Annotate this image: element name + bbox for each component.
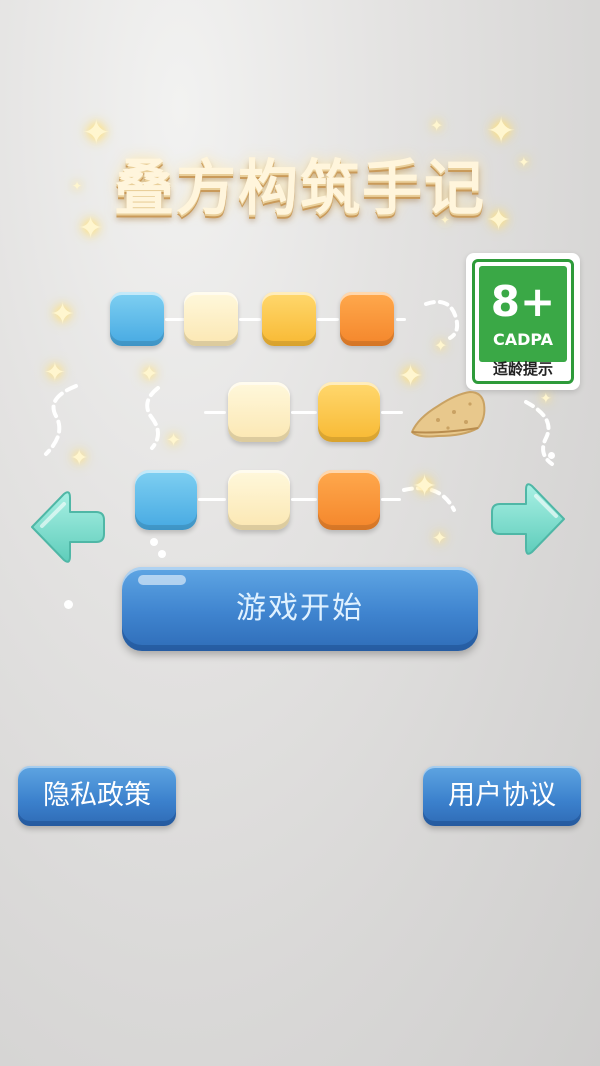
sparkle-icon: ✦ <box>540 391 552 407</box>
sparkle-icon: ✦ <box>44 358 66 388</box>
arrow-left-icon[interactable] <box>26 486 108 568</box>
tile-yellow <box>318 382 380 442</box>
sparkle-icon: ✦ <box>50 297 76 332</box>
user-agreement-button[interactable]: 用户协议 <box>423 766 581 826</box>
dot <box>64 600 73 609</box>
sparkle-icon: ✦ <box>434 336 448 355</box>
tile-connector <box>204 411 226 414</box>
button-shine <box>138 575 186 585</box>
arrow-right-icon[interactable] <box>488 478 570 560</box>
tile-blue <box>135 470 197 530</box>
privacy-policy-button[interactable]: 隐私政策 <box>18 766 176 826</box>
dot <box>150 538 158 546</box>
dotted-trail <box>524 400 554 466</box>
tile-connector <box>317 318 339 321</box>
start-game-button[interactable]: 游戏开始 <box>122 567 478 651</box>
sparkle-icon: ✦ <box>398 359 424 394</box>
sparkle-icon: ✦ <box>166 430 182 451</box>
tile-orange <box>340 292 394 346</box>
tile-cream <box>184 292 238 346</box>
dot <box>158 550 166 558</box>
tile-connector <box>198 498 226 501</box>
tile-connector <box>239 318 261 321</box>
user-agreement-label: 用户协议 <box>448 780 556 811</box>
sparkle-icon: ✦ <box>70 446 89 471</box>
tile-connector <box>396 318 406 321</box>
privacy-policy-label: 隐私政策 <box>43 780 151 811</box>
tile-connector <box>381 498 401 501</box>
sparkle-icon: ✦ <box>432 528 448 549</box>
game-title: 叠方构筑手记 <box>114 154 486 224</box>
tile-cream <box>228 382 290 442</box>
tile-orange <box>318 470 380 530</box>
start-game-label: 游戏开始 <box>236 591 364 626</box>
age-rating-org: CADPA <box>492 330 554 349</box>
tile-connector <box>291 411 317 414</box>
sparkle-icon: ✦ <box>412 469 438 504</box>
tile-connector <box>291 498 317 501</box>
sparkle-icon: ✦ <box>430 116 444 135</box>
age-rating-label: 适龄提示 <box>492 360 553 378</box>
tile-yellow <box>262 292 316 346</box>
tile-connector <box>381 411 403 414</box>
age-rating-badge: 8+ CADPA 适龄提示 <box>466 253 580 390</box>
dotted-trail <box>424 299 460 340</box>
dot <box>548 452 555 459</box>
sponge-cake-icon <box>410 390 486 438</box>
tile-cream <box>228 470 290 530</box>
tile-blue <box>110 292 164 346</box>
tile-connector <box>165 318 185 321</box>
game-start-screen: ✦ ✦ ✦ ✦ ✦ ✦ ✦ ✦ 叠方构筑手记 8+ CADPA 适龄提示 ✦ ✦… <box>0 0 600 1066</box>
age-rating-value: 8+ <box>490 277 556 326</box>
sparkle-icon: ✦ <box>140 362 159 387</box>
